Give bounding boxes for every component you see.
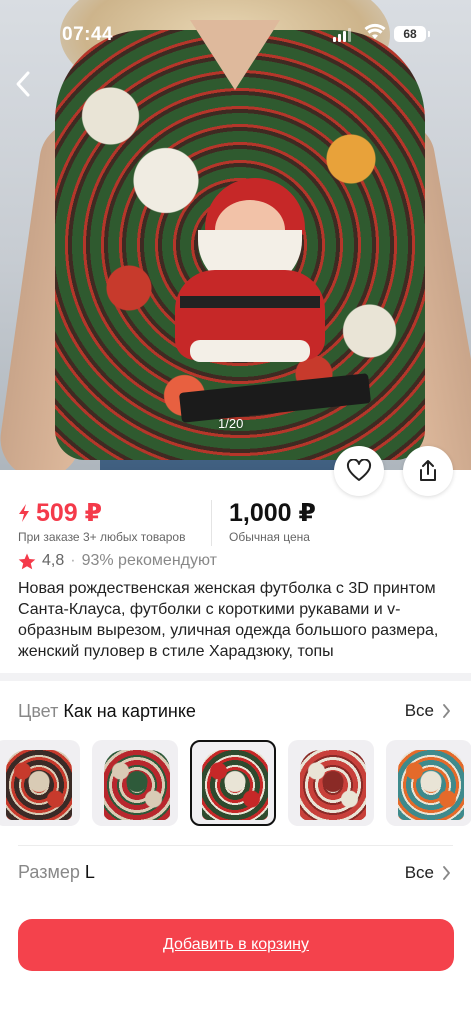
- color-swatch[interactable]: [288, 740, 374, 826]
- size-label-text: Размер: [18, 862, 80, 882]
- back-button[interactable]: [6, 64, 40, 104]
- lightning-icon: [19, 504, 29, 522]
- sale-price-note: При заказе 3+ любых товаров: [18, 530, 186, 544]
- sale-price: 509 ₽: [18, 498, 102, 528]
- rating-score: 4,8: [42, 552, 65, 569]
- color-swatch[interactable]: [92, 740, 178, 826]
- rating-row[interactable]: 4,8 · 93% рекомендуют: [18, 552, 217, 570]
- chevron-right-icon: [443, 704, 450, 718]
- separator-dot: ·: [70, 552, 76, 569]
- size-label: Размер L: [18, 862, 95, 883]
- swatch-thumbnail: [300, 750, 366, 820]
- recommend-text: 93% рекомендуют: [81, 552, 217, 569]
- star-icon: [18, 553, 36, 569]
- price-divider: [211, 500, 212, 546]
- favorite-button[interactable]: [334, 446, 384, 496]
- size-all-button[interactable]: Все: [405, 863, 451, 883]
- chevron-right-icon: [443, 866, 450, 880]
- color-swatch[interactable]: [0, 740, 80, 826]
- size-value: L: [84, 862, 95, 882]
- battery-indicator: 68: [394, 26, 430, 42]
- color-swatch[interactable]: [386, 740, 471, 826]
- image-counter: 1/20: [218, 416, 244, 431]
- color-all-label: Все: [404, 701, 434, 720]
- status-time: 07:44: [62, 24, 114, 45]
- heart-icon: [346, 459, 372, 481]
- color-swatch[interactable]: [190, 740, 276, 826]
- section-gap: [0, 673, 471, 681]
- section-divider: [18, 845, 453, 846]
- color-label-text: Цвет: [18, 701, 59, 721]
- share-icon: [420, 460, 436, 481]
- cellular-signal-icon: [333, 28, 351, 42]
- regular-price-note: Обычная цена: [229, 530, 310, 544]
- size-all-label: Все: [404, 863, 434, 882]
- color-swatches: [0, 740, 471, 826]
- swatch-thumbnail: [398, 750, 464, 820]
- regular-price: 1,000 ₽: [229, 499, 316, 527]
- santa-belt: [180, 296, 320, 308]
- swatch-thumbnail: [202, 750, 268, 820]
- swatch-thumbnail: [6, 750, 72, 820]
- share-button[interactable]: [403, 446, 453, 496]
- color-all-button[interactable]: Все: [405, 701, 451, 721]
- add-to-cart-button[interactable]: Добавить в корзину: [18, 919, 454, 971]
- color-label: Цвет Как на картинке: [18, 701, 196, 722]
- swatch-thumbnail: [104, 750, 170, 820]
- price-block: 509 ₽ При заказе 3+ любых товаров 1,000 …: [0, 496, 471, 546]
- santa-fur: [190, 340, 310, 362]
- sale-price-value: 509 ₽: [36, 499, 103, 527]
- product-image[interactable]: 1/20: [0, 0, 471, 470]
- chevron-left-icon: [16, 71, 30, 97]
- wifi-icon: [364, 23, 386, 39]
- status-bar: 07:44 68: [0, 0, 471, 60]
- product-title: Новая рождественская женская футболка с …: [18, 580, 439, 660]
- color-value: Как на картинке: [63, 701, 196, 721]
